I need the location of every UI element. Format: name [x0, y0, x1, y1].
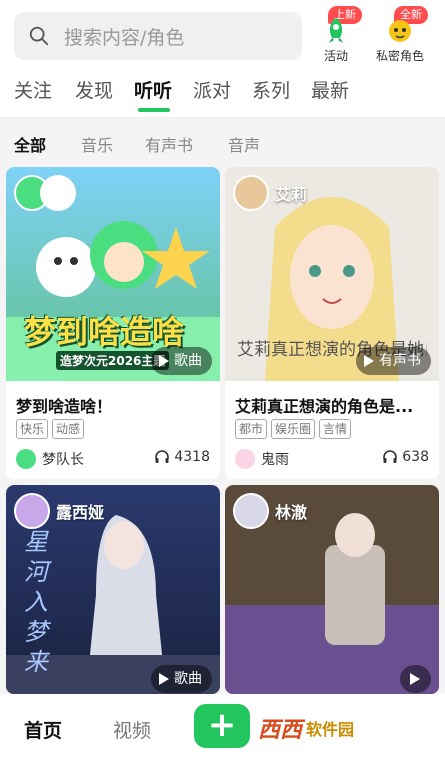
- play-count-value: 638: [402, 449, 429, 465]
- type-badge: 有声书: [356, 347, 431, 375]
- content-card[interactable]: 林澈: [225, 485, 439, 694]
- type-badge: 歌曲: [151, 665, 212, 693]
- tab-series[interactable]: 系列: [252, 76, 290, 103]
- card-author[interactable]: 梦队长: [16, 449, 84, 469]
- creator-name: 露西娅: [56, 503, 105, 522]
- activity-label: 活动: [323, 49, 348, 63]
- main-tabs: 关注 发现 听听 派对 系列 最新: [0, 74, 445, 114]
- tab-party[interactable]: 派对: [193, 76, 231, 103]
- nav-video[interactable]: 视频: [113, 716, 151, 743]
- play-icon: [364, 355, 374, 367]
- tab-listen[interactable]: 听听: [134, 76, 172, 103]
- secret-character-label: 私密角色: [375, 49, 424, 63]
- card-tags: 都市 娱乐圈 言情: [235, 419, 352, 439]
- cover-title: 星河入梦来: [24, 528, 48, 676]
- play-icon: [410, 673, 420, 685]
- creator-row: 林澈: [233, 493, 307, 529]
- creator-avatars: [14, 175, 76, 211]
- avatar: [40, 175, 76, 211]
- secret-character-icon: [389, 20, 411, 42]
- card-title: 艾莉真正想演的角色是...: [235, 397, 414, 416]
- content-card[interactable]: 星河入梦来 露西娅 歌曲: [6, 485, 220, 694]
- tab-discover[interactable]: 发现: [75, 76, 113, 103]
- card-tags: 快乐 动感: [16, 419, 85, 439]
- watermark-subtext: 软件园: [306, 720, 355, 739]
- bottom-nav: 首页 视频 + 西西 软件园: [0, 694, 445, 762]
- card-cover: 星河入梦来 露西娅 歌曲: [6, 485, 220, 694]
- headphones-icon: [383, 450, 398, 463]
- card-author[interactable]: 鬼雨: [235, 449, 289, 469]
- type-badge: 歌曲: [151, 347, 212, 375]
- type-label: 有声书: [379, 353, 421, 369]
- play-count: 4318: [154, 449, 210, 465]
- subtab-all[interactable]: 全部: [14, 132, 46, 156]
- play-count-value: 4318: [174, 449, 210, 465]
- play-count: 638: [382, 449, 429, 465]
- content-card[interactable]: 艾莉真正想演的角色是她自己 艾莉 有声书 艾莉真正想演的角色是... 都市 娱乐…: [225, 167, 439, 479]
- sub-tabs: 全部 音乐 有声书 音声: [0, 118, 445, 166]
- type-label: 歌曲: [174, 671, 202, 687]
- headphones-icon: [155, 450, 170, 463]
- create-button[interactable]: +: [194, 704, 250, 748]
- subtab-voice[interactable]: 音声: [228, 132, 260, 156]
- author-avatar: [16, 449, 36, 469]
- card-cover: 林澈: [225, 485, 439, 694]
- creator-row: 艾莉: [233, 175, 307, 211]
- author-name: 鬼雨: [261, 452, 289, 468]
- rocket-icon: [329, 18, 343, 43]
- secret-character-shortcut[interactable]: 全新 私密角色: [370, 6, 430, 64]
- avatar: [14, 493, 50, 529]
- watermark-logo: 西西 软件园: [258, 708, 354, 748]
- tab-follow[interactable]: 关注: [14, 76, 52, 103]
- creator-name: 林澈: [275, 503, 308, 522]
- play-icon: [159, 673, 169, 685]
- author-name: 梦队长: [42, 452, 84, 468]
- creator-row: 露西娅: [14, 493, 104, 529]
- tag[interactable]: 娱乐圈: [271, 419, 316, 439]
- tag[interactable]: 都市: [235, 419, 268, 439]
- subtab-music[interactable]: 音乐: [81, 132, 113, 156]
- avatar: [233, 175, 269, 211]
- search-placeholder: 搜索内容/角色: [64, 26, 185, 49]
- content-card[interactable]: 梦到啥造啥 造梦次元2026主题 歌曲 梦到啥造啥！ 快乐 动感 梦队长 431…: [6, 167, 220, 479]
- tag[interactable]: 快乐: [16, 419, 49, 439]
- card-cover: 艾莉真正想演的角色是她自己 艾莉 有声书: [225, 167, 439, 381]
- avatar: [233, 493, 269, 529]
- watermark-text: 西西: [258, 718, 303, 743]
- tag[interactable]: 言情: [319, 419, 352, 439]
- tag[interactable]: 动感: [52, 419, 85, 439]
- play-badge: [400, 665, 431, 693]
- subtab-audiobook[interactable]: 有声书: [145, 132, 193, 156]
- card-cover: 梦到啥造啥 造梦次元2026主题 歌曲: [6, 167, 220, 381]
- search-bar[interactable]: 搜索内容/角色: [14, 12, 302, 60]
- nav-home[interactable]: 首页: [24, 716, 62, 743]
- active-tab-indicator: [138, 108, 170, 112]
- play-icon: [159, 355, 169, 367]
- card-title: 梦到啥造啥！: [16, 397, 113, 416]
- top-bar: 搜索内容/角色 上新 活动 全新 私密角色 关注 发现 听听 派对 系列 最新: [0, 0, 445, 118]
- activity-shortcut[interactable]: 上新 活动: [306, 6, 366, 64]
- author-avatar: [235, 449, 255, 469]
- cover-title: 梦到啥造啥: [24, 313, 185, 351]
- tab-latest[interactable]: 最新: [311, 76, 349, 103]
- search-icon: [29, 26, 49, 46]
- creator-name: 艾莉: [275, 185, 308, 204]
- type-label: 歌曲: [174, 353, 202, 369]
